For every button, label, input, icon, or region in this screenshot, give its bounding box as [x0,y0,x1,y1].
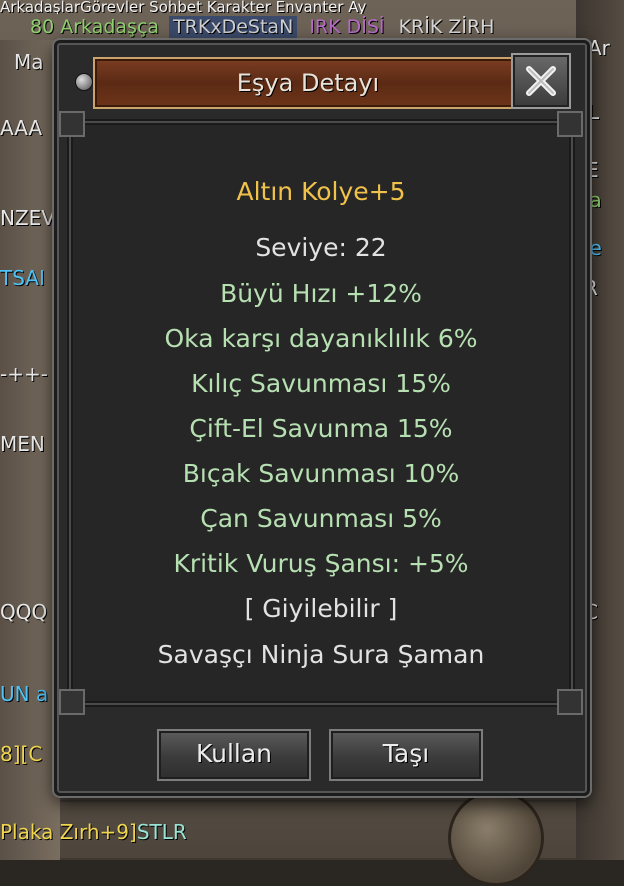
move-button[interactable]: Taşı [329,729,483,781]
right-fragment: Ar [588,36,610,60]
use-button[interactable]: Kullan [157,729,311,781]
item-stat: Bıçak Savunması 10% [182,459,460,488]
left-fragment: 8][C [0,742,43,766]
item-stat: Çan Savunması 5% [200,504,442,533]
close-button[interactable] [511,53,571,109]
item-info-panel: Altın Kolye+5 Seviye: 22 Büyü Hızı +12% … [59,111,583,715]
tab-race[interactable]: IRK DİSİ [309,16,384,38]
corner-ornament [557,111,583,137]
item-stat: Kılıç Savunması 15% [191,369,451,398]
left-fragment: MEN [0,432,45,456]
left-fragment: QQQ [0,600,48,624]
item-stat: Çift-El Savunma 15% [189,414,453,443]
item-name: Altın Kolye+5 [236,177,406,206]
left-fragment: UN a [0,682,49,706]
tab-player[interactable]: TRKxDeStaN [169,16,298,38]
allowed-classes: Savaşçı Ninja Sura Şaman [157,640,485,669]
corner-ornament [557,689,583,715]
left-fragment: -++- [0,362,48,386]
item-level: Seviye: 22 [255,233,387,262]
chat-tabs: 80 Arkadaşça TRKxDeStaN IRK DİSİ KRİK Zİ… [30,16,494,40]
top-menu-line[interactable]: ArkadaşlarGörevler Sohbet Karakter Envan… [0,0,624,14]
tab-friends[interactable]: 80 Arkadaşça [30,16,159,38]
corner-ornament [59,111,85,137]
chat-line-prefix: Plaka Zırh+9] [0,820,137,844]
tab-armor[interactable]: KRİK ZİRH [399,16,495,38]
item-stat: Kritik Vuruş Şansı: +5% [173,549,469,578]
left-fragment: Ma [14,50,44,74]
item-stat: Oka karşı dayanıklılık 6% [164,324,478,353]
dialog-title: Eşya Detayı [236,69,380,97]
corner-ornament [59,689,85,715]
title-knob-icon [75,73,93,91]
item-stat: Büyü Hızı +12% [220,279,422,308]
close-icon [526,66,556,96]
wearable-status: [ Giyilebilir ] [244,594,398,623]
left-fragment: AAA [0,116,43,140]
chat-line-suffix: STLR [136,820,187,844]
left-fragment: NZEV [0,206,55,230]
action-round-button[interactable] [448,790,544,886]
dialog-titlebar[interactable]: Eşya Detayı [93,57,523,109]
left-fragment: TSAI [0,266,45,290]
chat-line: Plaka Zırh+9]STLR [0,820,187,844]
item-detail-dialog: Eşya Detayı Altın Kolye+5 Seviye: 22 Büy… [54,40,590,796]
item-info-content: Altın Kolye+5 Seviye: 22 Büyü Hızı +12% … [71,177,571,670]
